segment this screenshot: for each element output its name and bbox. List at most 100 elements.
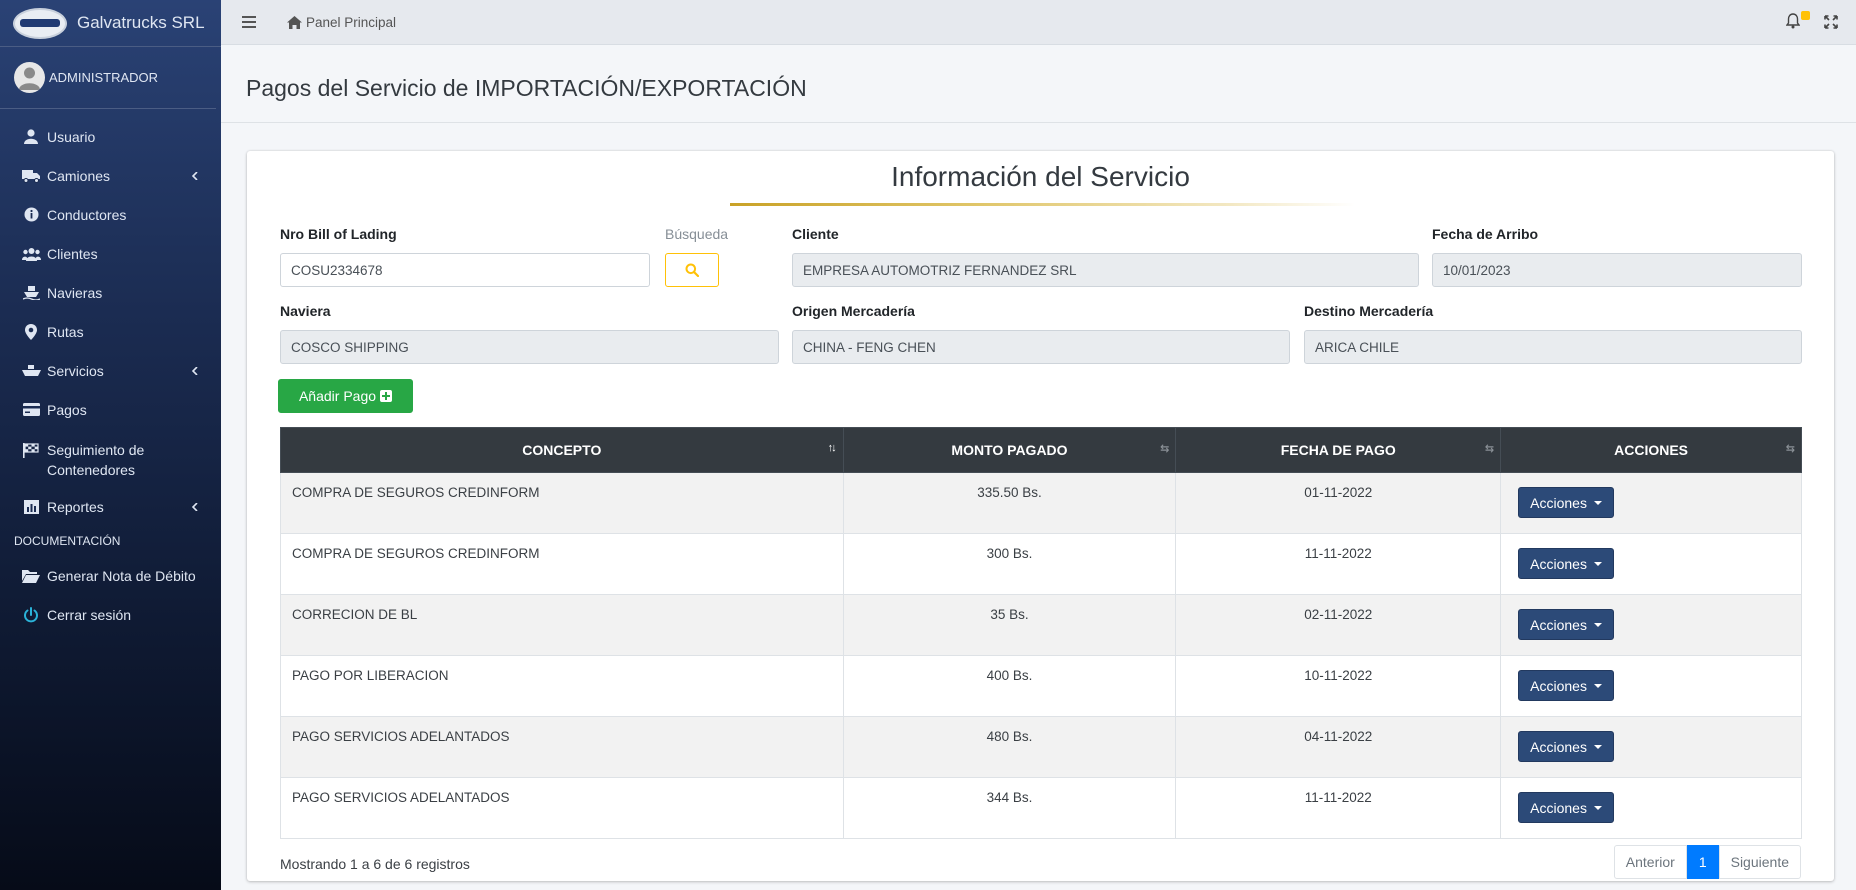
column-header-fecha[interactable]: FECHA DE PAGO ⇆	[1175, 427, 1502, 473]
credit-card-icon	[21, 401, 41, 419]
folder-open-icon	[21, 567, 41, 585]
info-circle-icon	[21, 206, 41, 224]
cell-concepto: COMPRA DE SEGUROS CREDINFORM	[280, 472, 844, 534]
sidebar-item-usuario[interactable]: Usuario	[0, 117, 221, 156]
sidebar-item-clientes[interactable]: Clientes	[0, 234, 221, 273]
user-panel[interactable]: ADMINISTRADOR	[0, 47, 216, 109]
origen-label: Origen Mercadería	[792, 303, 915, 319]
sidebar-item-navieras[interactable]: Navieras	[0, 273, 221, 312]
column-header-acciones[interactable]: ACCIONES ⇆	[1500, 427, 1802, 473]
pagination-previous[interactable]: Anterior	[1613, 845, 1687, 879]
sidebar-item-conductores[interactable]: Conductores	[0, 195, 221, 234]
cell-concepto: PAGO SERVICIOS ADELANTADOS	[280, 716, 844, 778]
actions-dropdown-button[interactable]: Acciones	[1518, 487, 1614, 518]
destino-field: ARICA CHILE	[1304, 330, 1802, 364]
notification-badge	[1801, 11, 1810, 20]
add-payment-button[interactable]: Añadir Pago	[278, 379, 413, 413]
origen-field: CHINA - FENG CHEN	[792, 330, 1290, 364]
brand-name: Galvatrucks SRL	[77, 13, 205, 32]
sidebar-item-servicios[interactable]: Servicios	[0, 351, 221, 390]
naviera-field: COSCO SHIPPING	[280, 330, 779, 364]
payments-table: CONCEPTO ↑↓ MONTO PAGADO ⇆ FECHA DE PAGO ⇆ …	[280, 427, 1802, 839]
cell-fecha: 11-11-2022	[1175, 777, 1502, 839]
title-underline	[730, 203, 1355, 206]
cell-monto: 35 Bs.	[842, 594, 1177, 656]
pagination-next[interactable]: Siguiente	[1718, 845, 1801, 879]
cell-monto: 300 Bs.	[842, 533, 1177, 595]
menu-toggle-icon[interactable]	[242, 16, 256, 28]
brand-logo	[13, 7, 67, 39]
bill-of-lading-input[interactable]: COSU2334678	[280, 253, 650, 287]
actions-dropdown-button[interactable]: Acciones	[1518, 670, 1614, 701]
pagination-page-1[interactable]: 1	[1686, 845, 1719, 879]
caret-down-icon	[1593, 561, 1602, 566]
notifications-bell-icon[interactable]	[1785, 11, 1810, 31]
ship-icon	[21, 284, 41, 302]
chevron-left-icon	[191, 502, 198, 511]
breadcrumb-label: Panel Principal	[306, 14, 397, 30]
card-title: Información del Servicio	[891, 161, 1190, 192]
sort-icon: ⇆	[1785, 443, 1795, 455]
column-header-concepto[interactable]: CONCEPTO ↑↓	[280, 427, 844, 473]
search-button[interactable]	[665, 253, 719, 287]
pagination: Anterior 1 Siguiente	[1613, 845, 1801, 879]
bill-of-lading-label: Nro Bill of Lading	[280, 226, 397, 242]
caret-down-icon	[1593, 683, 1602, 688]
table-header-row: CONCEPTO ↑↓ MONTO PAGADO ⇆ FECHA DE PAGO ⇆ …	[280, 427, 1802, 473]
plus-square-icon	[380, 390, 393, 402]
avatar	[14, 62, 45, 93]
cell-fecha: 04-11-2022	[1175, 716, 1502, 778]
table-row: COMPRA DE SEGUROS CREDINFORM 300 Bs. 11-…	[280, 533, 1802, 595]
cell-acciones: Acciones	[1500, 533, 1802, 595]
chevron-left-icon	[191, 366, 198, 375]
cell-monto: 480 Bs.	[842, 716, 1177, 778]
sidebar-item-seguimiento[interactable]: Seguimiento de Contenedores	[0, 429, 221, 487]
cell-acciones: Acciones	[1500, 716, 1802, 778]
cell-fecha: 01-11-2022	[1175, 472, 1502, 534]
cell-acciones: Acciones	[1500, 594, 1802, 656]
cell-acciones: Acciones	[1500, 472, 1802, 534]
breadcrumb-home-link[interactable]: Panel Principal	[287, 15, 396, 30]
actions-dropdown-button[interactable]: Acciones	[1518, 731, 1614, 762]
brand[interactable]: Galvatrucks SRL	[0, 0, 221, 47]
service-card: Información del Servicio Nro Bill of Lad…	[247, 151, 1834, 881]
topbar-actions	[1785, 11, 1838, 31]
sidebar: Galvatrucks SRL ADMINISTRADOR Usuario Ca…	[0, 0, 221, 890]
sidebar-item-rutas[interactable]: Rutas	[0, 312, 221, 351]
cliente-field: EMPRESA AUTOMOTRIZ FERNANDEZ SRL	[792, 253, 1419, 287]
fullscreen-icon[interactable]	[1824, 15, 1838, 29]
users-icon	[21, 245, 41, 263]
cell-concepto: CORRECION DE BL	[280, 594, 844, 656]
cell-monto: 344 Bs.	[842, 777, 1177, 839]
column-header-monto[interactable]: MONTO PAGADO ⇆	[842, 427, 1177, 473]
table-info: Mostrando 1 a 6 de 6 registros	[280, 856, 470, 872]
sort-asc-icon: ↑↓	[827, 442, 837, 454]
sidebar-item-nota-debito[interactable]: Generar Nota de Débito	[0, 556, 221, 595]
content-header: Pagos del Servicio de IMPORTACIÓN/EXPORT…	[221, 45, 1856, 123]
actions-dropdown-button[interactable]: Acciones	[1518, 609, 1614, 640]
sidebar-item-pagos[interactable]: Pagos	[0, 390, 221, 429]
actions-dropdown-button[interactable]: Acciones	[1518, 792, 1614, 823]
sort-icon: ⇆	[1484, 443, 1494, 455]
cell-concepto: PAGO POR LIBERACION	[280, 655, 844, 717]
table-row: PAGO SERVICIOS ADELANTADOS 344 Bs. 11-11…	[280, 777, 1802, 839]
power-icon	[21, 606, 41, 624]
cell-fecha: 02-11-2022	[1175, 594, 1502, 656]
caret-down-icon	[1593, 744, 1602, 749]
flag-checkered-icon	[21, 441, 41, 459]
sidebar-item-reportes[interactable]: Reportes	[0, 487, 221, 526]
table-row: PAGO POR LIBERACION 400 Bs. 10-11-2022 A…	[280, 655, 1802, 717]
sidebar-item-camiones[interactable]: Camiones	[0, 156, 221, 195]
cell-fecha: 11-11-2022	[1175, 533, 1502, 595]
page-title: Pagos del Servicio de IMPORTACIÓN/EXPORT…	[246, 75, 807, 101]
cell-concepto: COMPRA DE SEGUROS CREDINFORM	[280, 533, 844, 595]
truck-icon	[21, 167, 41, 185]
search-label: Búsqueda	[665, 226, 729, 242]
sidebar-nav: Usuario Camiones Conductores Clientes Na…	[0, 109, 221, 526]
sidebar-item-cerrar-sesion[interactable]: Cerrar sesión	[0, 595, 221, 634]
cell-fecha: 10-11-2022	[1175, 655, 1502, 717]
cell-monto: 335.50 Bs.	[842, 472, 1177, 534]
fecha-arribo-field: 10/01/2023	[1432, 253, 1802, 287]
destino-label: Destino Mercadería	[1304, 303, 1434, 319]
actions-dropdown-button[interactable]: Acciones	[1518, 548, 1614, 579]
